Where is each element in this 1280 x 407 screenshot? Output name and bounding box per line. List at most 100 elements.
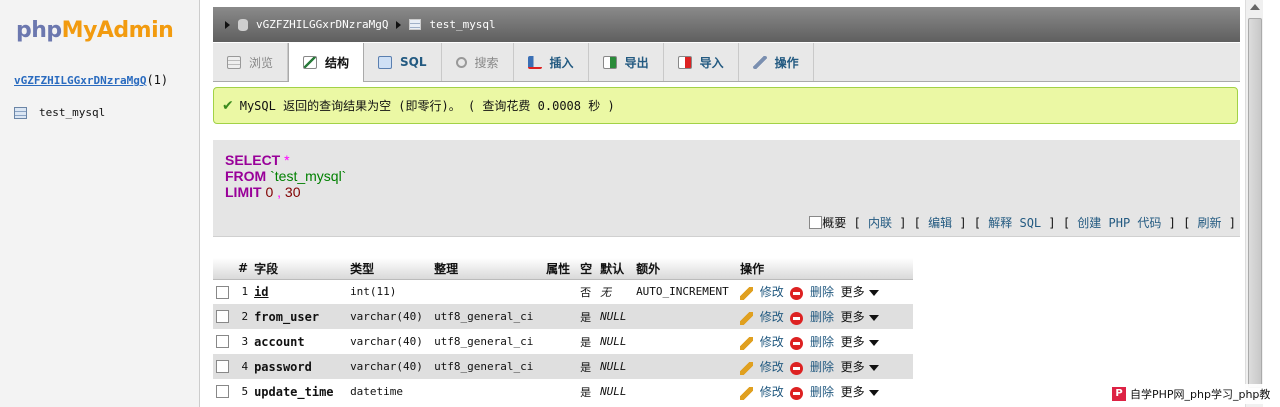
row-number: 1 bbox=[241, 285, 249, 299]
edit-column-link[interactable]: 修改 bbox=[760, 310, 784, 324]
wrench-icon bbox=[752, 55, 767, 69]
pencil-icon[interactable] bbox=[740, 286, 754, 300]
pencil-icon[interactable] bbox=[740, 311, 754, 325]
chevron-down-icon[interactable] bbox=[868, 340, 879, 346]
row-select-cell bbox=[213, 329, 235, 354]
breadcrumb-database[interactable]: vGZFZHILGGxrDNzraMgQ bbox=[256, 18, 388, 31]
row-number: 4 bbox=[235, 354, 252, 379]
tab-structure[interactable]: 结构 bbox=[288, 43, 365, 82]
header-default[interactable]: 默认 bbox=[597, 258, 634, 280]
delete-icon[interactable] bbox=[790, 311, 804, 325]
header-type[interactable]: 类型 bbox=[347, 258, 432, 280]
breadcrumb-table[interactable]: test_mysql bbox=[429, 18, 495, 31]
table-row: 3 account varchar(40) utf8_general_ci 是 NULL … bbox=[213, 329, 913, 354]
chevron-down-icon[interactable] bbox=[868, 390, 879, 396]
more-menu[interactable]: 更多 bbox=[841, 360, 865, 374]
row-select-cell bbox=[213, 354, 235, 379]
header-null[interactable]: 空 bbox=[577, 258, 598, 280]
vertical-scrollbar[interactable] bbox=[1245, 0, 1263, 407]
tab-browse[interactable]: 浏览 bbox=[213, 43, 289, 81]
structure-table: # 字段 类型 整理 属性 空 默认 额外 操作 1 id int(11) 否无 AUT… bbox=[213, 258, 913, 404]
header-extra[interactable]: 额外 bbox=[633, 258, 738, 280]
more-menu[interactable]: 更多 bbox=[841, 335, 865, 349]
more-menu[interactable]: 更多 bbox=[841, 310, 865, 324]
row-checkbox[interactable] bbox=[216, 385, 229, 399]
edit-column-link[interactable]: 修改 bbox=[760, 385, 784, 399]
delete-icon[interactable] bbox=[790, 361, 804, 375]
row-checkbox[interactable] bbox=[216, 310, 229, 324]
search-icon bbox=[455, 56, 467, 68]
tab-label: SQL bbox=[400, 55, 427, 69]
column-name: update_time bbox=[254, 384, 334, 399]
tab-search[interactable]: 搜索 bbox=[442, 43, 514, 81]
edit-column-link[interactable]: 修改 bbox=[760, 285, 784, 299]
pencil-icon[interactable] bbox=[740, 336, 754, 350]
sql-keyword-limit: LIMIT bbox=[225, 184, 262, 200]
tab-label: 结构 bbox=[325, 56, 350, 70]
row-checkbox[interactable] bbox=[216, 285, 229, 299]
pencil-icon[interactable] bbox=[740, 361, 754, 375]
arrow-right-icon bbox=[225, 20, 230, 29]
more-menu[interactable]: 更多 bbox=[841, 385, 865, 399]
column-collation: utf8_general_ci bbox=[431, 304, 544, 329]
row-checkbox[interactable] bbox=[216, 335, 229, 349]
table-row: 4 password varchar(40) utf8_general_ci 是 NULL… bbox=[213, 354, 913, 379]
delete-icon[interactable] bbox=[790, 286, 804, 300]
delete-column-link[interactable]: 删除 bbox=[810, 310, 834, 324]
tab-label: 导出 bbox=[624, 55, 649, 70]
tab-sql[interactable]: SQL bbox=[364, 43, 442, 81]
table-icon bbox=[14, 106, 27, 119]
row-checkbox[interactable] bbox=[216, 360, 229, 374]
refresh-link[interactable]: 刷新 bbox=[1198, 214, 1222, 231]
profiling-checkbox[interactable] bbox=[809, 216, 823, 229]
scrollbar-thumb[interactable] bbox=[1248, 18, 1262, 388]
row-actions: 修改 删除 更多 bbox=[737, 329, 913, 354]
success-notice: ✔ MySQL 返回的查询结果为空 (即零行)。 ( 查询花费 0.0008 秒… bbox=[213, 87, 1238, 124]
tab-insert[interactable]: 插入 bbox=[514, 43, 589, 81]
delete-column-link[interactable]: 删除 bbox=[810, 360, 834, 374]
edit-column-link[interactable]: 修改 bbox=[760, 335, 784, 349]
delete-column-link[interactable]: 删除 bbox=[810, 285, 834, 299]
more-menu[interactable]: 更多 bbox=[841, 285, 865, 299]
delete-icon[interactable] bbox=[790, 386, 804, 400]
edit-link[interactable]: 编辑 bbox=[928, 214, 952, 231]
header-collation[interactable]: 整理 bbox=[431, 258, 544, 280]
tab-import[interactable]: 导入 bbox=[664, 43, 739, 81]
scroll-up-icon[interactable] bbox=[1250, 4, 1260, 10]
column-type: int(11) bbox=[350, 285, 397, 299]
create-php-code-link[interactable]: 创建 PHP 代码 bbox=[1077, 214, 1161, 231]
header-field[interactable]: 字段 bbox=[251, 258, 348, 280]
sql-keyword-from: FROM bbox=[225, 168, 267, 184]
tab-operations[interactable]: 操作 bbox=[739, 43, 814, 81]
tab-label: 搜索 bbox=[474, 55, 499, 70]
inline-edit-link[interactable]: 内联 bbox=[868, 214, 892, 231]
database-link[interactable]: vGZFZHILGGxrDNzraMgQ bbox=[14, 74, 146, 87]
row-number: 5 bbox=[241, 385, 249, 398]
chevron-down-icon[interactable] bbox=[868, 315, 879, 321]
column-extra: AUTO_INCREMENT bbox=[636, 285, 729, 299]
sql-comma: , bbox=[277, 184, 282, 200]
header-checkbox-col bbox=[213, 258, 235, 280]
sidebar-item-table[interactable]: test_mysql bbox=[14, 106, 105, 119]
pencil-icon[interactable] bbox=[740, 386, 754, 400]
column-null: 是 bbox=[577, 304, 598, 329]
header-num: # bbox=[235, 258, 252, 280]
delete-icon[interactable] bbox=[790, 336, 804, 350]
chevron-down-icon[interactable] bbox=[868, 365, 879, 371]
logo-php-text: php bbox=[16, 18, 62, 43]
explain-sql-link[interactable]: 解释 SQL bbox=[988, 214, 1041, 231]
delete-column-link[interactable]: 删除 bbox=[810, 385, 834, 399]
column-attributes bbox=[543, 354, 578, 379]
delete-column-link[interactable]: 删除 bbox=[810, 335, 834, 349]
sql-code[interactable]: SELECT * FROM `test_mysql` LIMIT 0 , 30 bbox=[225, 152, 346, 200]
watermark: P 自学PHP网_php学习_php教 bbox=[1110, 384, 1280, 404]
tab-export[interactable]: 导出 bbox=[589, 43, 664, 81]
database-icon bbox=[238, 18, 248, 31]
chevron-down-icon[interactable] bbox=[868, 290, 879, 297]
row-actions: 修改 删除 更多 bbox=[737, 354, 913, 379]
sql-actions: 概要 [ 内联 ] [ 编辑 ] [ 解释 SQL ] [ 创建 PHP 代码 … bbox=[809, 214, 1236, 231]
tab-label: 导入 bbox=[699, 55, 724, 70]
phpmyadmin-logo[interactable]: phpMyAdmin bbox=[16, 18, 174, 43]
edit-column-link[interactable]: 修改 bbox=[760, 360, 784, 374]
header-attributes[interactable]: 属性 bbox=[543, 258, 578, 280]
